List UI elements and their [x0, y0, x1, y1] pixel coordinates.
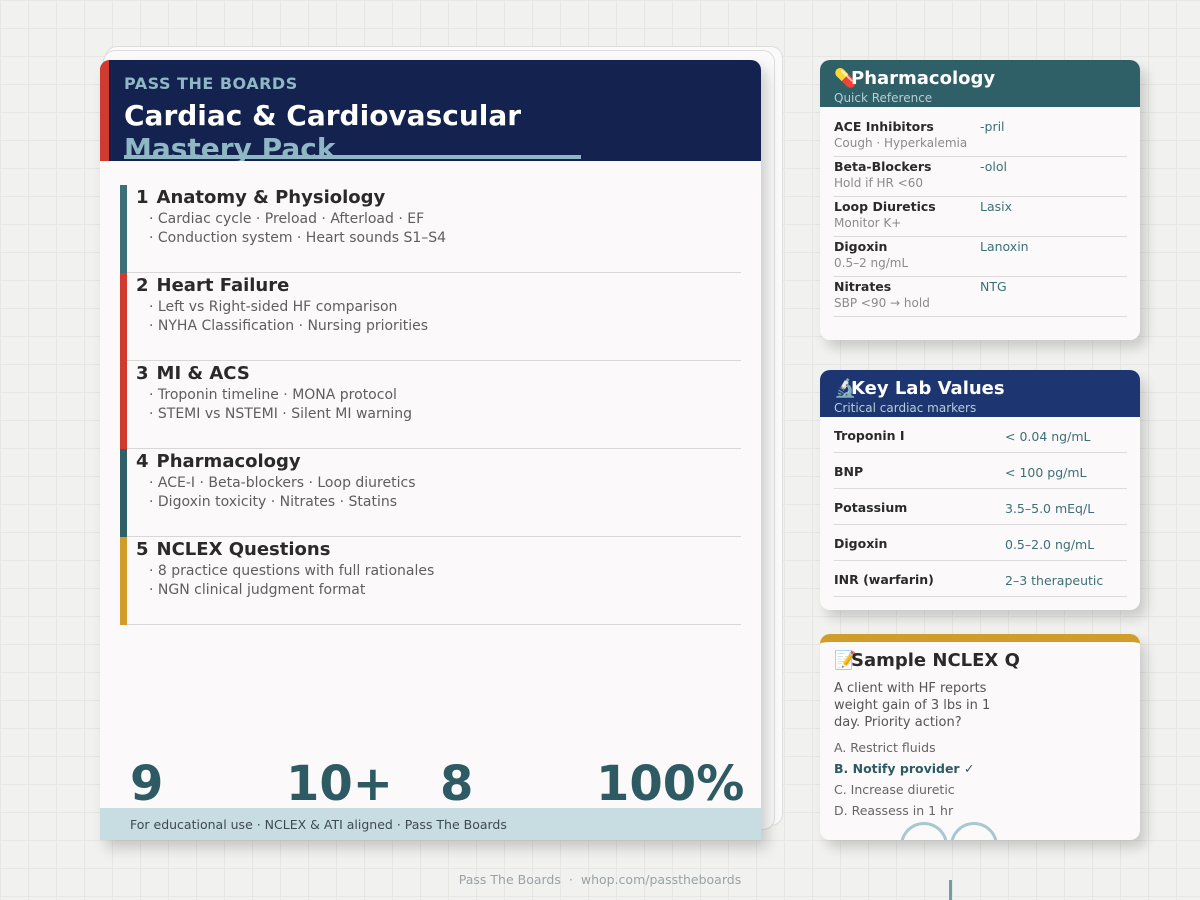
lab-row: Potassium 3.5–5.0 mEq/L [834, 489, 1127, 525]
drug-note: 0.5–2 ng/mL [834, 256, 909, 270]
card-subtitle: Critical cardiac markers [834, 401, 977, 415]
section-line: · ACE-I · Beta-blockers · Loop diuretics [149, 475, 416, 491]
card-title: Pharmacology [851, 68, 996, 89]
section-item: 5 NCLEX Questions · 8 practice questions … [120, 537, 741, 625]
section-line: · NYHA Classification · Nursing prioriti… [149, 318, 428, 334]
document-footer: For educational use · NCLEX & ATI aligne… [100, 808, 761, 840]
section-accent-bar [120, 273, 127, 361]
brand-label: PASS THE BOARDS [124, 74, 298, 93]
question-icon: 📝 [834, 650, 857, 671]
document-header: PASS THE BOARDS Cardiac & Cardiovascular… [100, 60, 761, 161]
section-title: 3 MI & ACS [136, 363, 250, 384]
card-title: Sample NCLEX Q [851, 650, 1020, 671]
stat-value: 8 [440, 756, 474, 812]
section-item: 1 Anatomy & Physiology · Cardiac cycle · … [120, 185, 741, 273]
stat-value: 9 [130, 756, 164, 812]
answer-option: D. Reassess in 1 hr [834, 803, 954, 818]
footer-brand: Pass The Boards [458, 872, 561, 887]
drug-note: Monitor K+ [834, 216, 902, 230]
section-item: 3 MI & ACS · Troponin timeline · MONA pro… [120, 361, 741, 449]
lab-row: BNP < 100 pg/mL [834, 453, 1127, 489]
section-line: · Left vs Right-sided HF comparison [149, 299, 398, 315]
drug-row: Digoxin 0.5–2 ng/mL Lanoxin [834, 237, 1127, 277]
answer-option: C. Increase diuretic [834, 782, 955, 797]
pill-icon: 💊 [834, 68, 857, 89]
lab-icon: 🔬 [834, 378, 857, 399]
lab-value: 2–3 therapeutic [1005, 573, 1104, 588]
lab-row: INR (warfarin) 2–3 therapeutic [834, 561, 1127, 597]
drug-row: ACE Inhibitors Cough · Hyperkalemia -pri… [834, 117, 1127, 157]
drug-row: Nitrates SBP <90 → hold NTG [834, 277, 1127, 317]
lab-list: Troponin I < 0.04 ng/mL BNP < 100 pg/mL … [820, 417, 1140, 597]
section-line: · Cardiac cycle · Preload · Afterload · … [149, 211, 425, 227]
section-accent-bar [120, 537, 127, 625]
decorative-ring [900, 822, 948, 840]
drug-tag: NTG [980, 279, 1007, 294]
section-line: · Troponin timeline · MONA protocol [149, 387, 397, 403]
pharmacology-card: 💊Pharmacology Quick Reference ACE Inhibi… [820, 60, 1140, 340]
document-title-line1: Cardiac & Cardiovascular [124, 99, 522, 132]
drug-tag: Lanoxin [980, 239, 1029, 254]
section-list: 1 Anatomy & Physiology · Cardiac cycle · … [100, 161, 761, 625]
drug-tag: Lasix [980, 199, 1013, 214]
drug-tag: -olol [980, 159, 1007, 174]
lab-row: Troponin I < 0.04 ng/mL [834, 417, 1127, 453]
section-line: · 8 practice questions with full rationa… [149, 563, 435, 579]
nclex-sample-card: 📝Sample NCLEX Q A client with HF reports… [820, 634, 1140, 840]
lab-value: 3.5–5.0 mEq/L [1005, 501, 1095, 516]
drug-note: Cough · Hyperkalemia [834, 136, 968, 150]
section-line: · Conduction system · Heart sounds S1–S4 [149, 230, 447, 246]
section-line: · NGN clinical judgment format [149, 582, 366, 598]
decorative-stub [949, 880, 952, 900]
lab-value: < 100 pg/mL [1005, 465, 1087, 480]
answer-option: A. Restrict fluids [834, 740, 936, 755]
lab-value: < 0.04 ng/mL [1005, 429, 1091, 444]
stat-value: 10+ [286, 756, 394, 812]
stats-row: 9 10+ 8 100% [100, 760, 761, 808]
drug-note: SBP <90 → hold [834, 296, 930, 310]
page-footer: Pass The Boards · whop.com/passtheboards [0, 872, 1200, 887]
drug-note: Hold if HR <60 [834, 176, 924, 190]
section-item: 4 Pharmacology · ACE-I · Beta-blockers · … [120, 449, 741, 537]
decorative-ring [950, 822, 998, 840]
lab-row: Digoxin 0.5–2.0 ng/mL [834, 525, 1127, 561]
section-line: · Digoxin toxicity · Nitrates · Statins [149, 494, 398, 510]
pharmacology-card-header: 💊Pharmacology Quick Reference [820, 60, 1140, 107]
section-title: 2 Heart Failure [136, 275, 290, 296]
footer-url: whop.com/passtheboards [580, 872, 742, 887]
drug-row: Loop Diuretics Monitor K+ Lasix [834, 197, 1127, 237]
section-title: 5 NCLEX Questions [136, 539, 331, 560]
section-accent-bar [120, 361, 127, 449]
lab-values-card-header: 🔬Key Lab Values Critical cardiac markers [820, 370, 1140, 417]
section-accent-bar [120, 449, 127, 537]
mastery-pack-document: PASS THE BOARDS Cardiac & Cardiovascular… [100, 60, 761, 840]
section-line: · STEMI vs NSTEMI · Silent MI warning [149, 406, 412, 422]
section-item: 2 Heart Failure · Left vs Right-sided HF … [120, 273, 741, 361]
drug-tag: -pril [980, 119, 1005, 134]
section-accent-bar [120, 185, 127, 273]
card-subtitle: Quick Reference [834, 91, 933, 105]
title-underline [124, 155, 581, 159]
answer-option-correct: B. Notify provider ✓ [834, 761, 975, 776]
lab-value: 0.5–2.0 ng/mL [1005, 537, 1095, 552]
card-title: Key Lab Values [851, 378, 1005, 399]
stat-value: 100% [596, 756, 745, 812]
drug-row: Beta-Blockers Hold if HR <60 -olol [834, 157, 1127, 197]
lab-values-card: 🔬Key Lab Values Critical cardiac markers… [820, 370, 1140, 610]
section-title: 4 Pharmacology [136, 451, 301, 472]
footer-separator: · [568, 872, 573, 887]
drug-list: ACE Inhibitors Cough · Hyperkalemia -pri… [820, 107, 1140, 317]
nclex-question: A client with HF reports weight gain of … [834, 681, 991, 730]
section-title: 1 Anatomy & Physiology [136, 187, 386, 208]
